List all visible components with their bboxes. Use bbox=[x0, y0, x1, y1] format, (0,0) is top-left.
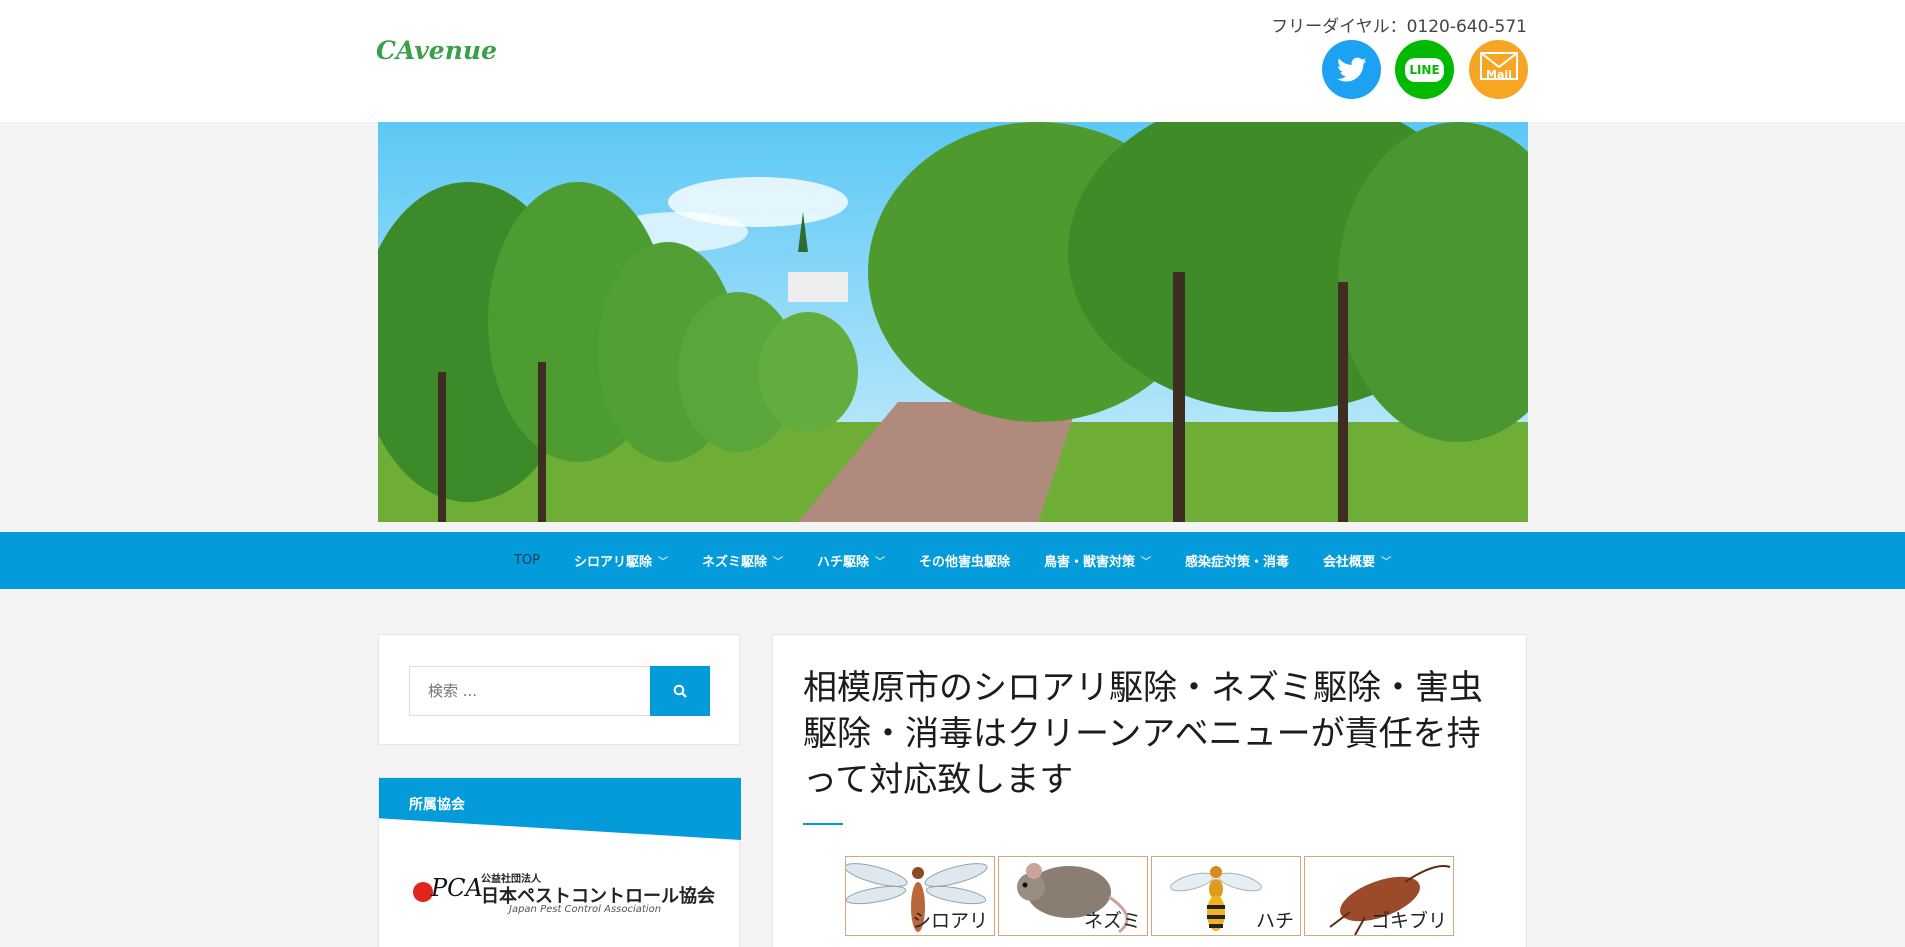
nav-item-label: その他害虫駆除 bbox=[919, 555, 1011, 570]
nav-list: TOP シロアリ駆除 ﹀ ネズミ駆除 ﹀ ハチ駆除 ﹀ その他害虫駆除 鳥害・獣害対策… bbox=[497, 551, 1408, 570]
nav-item-bird-animal[interactable]: 鳥害・獣害対策 ﹀ bbox=[1027, 551, 1168, 570]
nav-item-label: 鳥害・獣害対策 bbox=[1044, 555, 1136, 570]
site-header: CAvenue フリーダイヤル：0120-640-571 LINE Mail bbox=[0, 0, 1905, 122]
main-content: 相模原市のシロアリ駆除・ネズミ駆除・害虫駆除・消毒はクリーンアベニューが責任を持… bbox=[772, 634, 1527, 947]
pest-tile-rat[interactable]: ネズミ bbox=[998, 856, 1148, 936]
nav-item-termite[interactable]: シロアリ駆除 ﹀ bbox=[557, 551, 685, 570]
nav-item-other-pests[interactable]: その他害虫駆除 bbox=[902, 551, 1027, 570]
main-navigation: TOP シロアリ駆除 ﹀ ネズミ駆除 ﹀ ハチ駆除 ﹀ その他害虫駆除 鳥害・獣害対策… bbox=[0, 532, 1905, 589]
hero-image bbox=[378, 122, 1528, 522]
nav-item-rat[interactable]: ネズミ駆除 ﹀ bbox=[685, 551, 800, 570]
pest-tile-cockroach[interactable]: ゴキブリ bbox=[1304, 856, 1454, 936]
twitter-icon bbox=[1336, 57, 1366, 81]
nav-item-company[interactable]: 会社概要 ﹀ bbox=[1306, 551, 1408, 570]
search-widget bbox=[378, 634, 740, 745]
nav-item-label: シロアリ駆除 bbox=[573, 555, 652, 570]
nav-item-top[interactable]: TOP bbox=[497, 553, 557, 568]
nav-item-label: TOP bbox=[513, 553, 540, 568]
logo-text: CAvenue bbox=[376, 36, 497, 65]
nav-item-label: ハチ駆除 bbox=[816, 555, 869, 570]
phone-number: フリーダイヤル：0120-640-571 bbox=[1271, 17, 1527, 37]
search-input[interactable] bbox=[409, 666, 650, 716]
twitter-button[interactable] bbox=[1322, 40, 1381, 99]
chevron-down-icon: ﹀ bbox=[1381, 557, 1392, 568]
mail-button[interactable]: Mail bbox=[1469, 40, 1528, 99]
jpca-logo[interactable]: PCA 公益社団法人 日本ペストコントロール協会 Japan Pest Cont… bbox=[409, 868, 715, 918]
pest-tile-bee[interactable]: ハチ bbox=[1151, 856, 1301, 936]
site-logo[interactable]: CAvenue bbox=[376, 36, 497, 76]
jpca-org-english: Japan Pest Control Association bbox=[509, 904, 662, 915]
pest-label: ネズミ bbox=[1083, 910, 1141, 932]
chevron-down-icon: ﹀ bbox=[657, 557, 668, 568]
pest-label: ハチ bbox=[1255, 910, 1294, 932]
jpca-abbr: PCA bbox=[431, 874, 483, 902]
search-button[interactable] bbox=[650, 666, 710, 716]
pest-tile-termite[interactable]: シロアリ bbox=[845, 856, 995, 936]
nav-item-label: ネズミ駆除 bbox=[701, 555, 767, 570]
nav-item-label: 会社概要 bbox=[1323, 555, 1376, 570]
mail-icon: Mail bbox=[1479, 51, 1519, 89]
pest-label: ゴキブリ bbox=[1370, 910, 1447, 932]
svg-text:Mail: Mail bbox=[1486, 68, 1512, 81]
chevron-down-icon: ﹀ bbox=[772, 557, 783, 568]
association-heading: 所属協会 bbox=[379, 778, 741, 840]
title-underline bbox=[803, 823, 843, 825]
jpca-emblem bbox=[413, 882, 433, 902]
pest-label: シロアリ bbox=[911, 910, 988, 932]
chevron-down-icon: ﹀ bbox=[875, 557, 885, 568]
page-title: 相模原市のシロアリ駆除・ネズミ駆除・害虫駆除・消毒はクリーンアベニューが責任を持… bbox=[803, 668, 1483, 800]
search-icon bbox=[673, 684, 687, 698]
line-button[interactable]: LINE bbox=[1395, 40, 1454, 99]
line-icon: LINE bbox=[1405, 57, 1444, 82]
association-widget: 所属協会 PCA 公益社団法人 日本ペストコントロール協会 Japan Pest… bbox=[378, 777, 741, 947]
chevron-down-icon: ﹀ bbox=[1141, 557, 1152, 568]
nav-item-disinfection[interactable]: 感染症対策・消毒 bbox=[1168, 551, 1306, 570]
nav-item-label: 感染症対策・消毒 bbox=[1185, 555, 1290, 570]
nav-item-bee[interactable]: ハチ駆除 ﹀ bbox=[800, 551, 902, 570]
